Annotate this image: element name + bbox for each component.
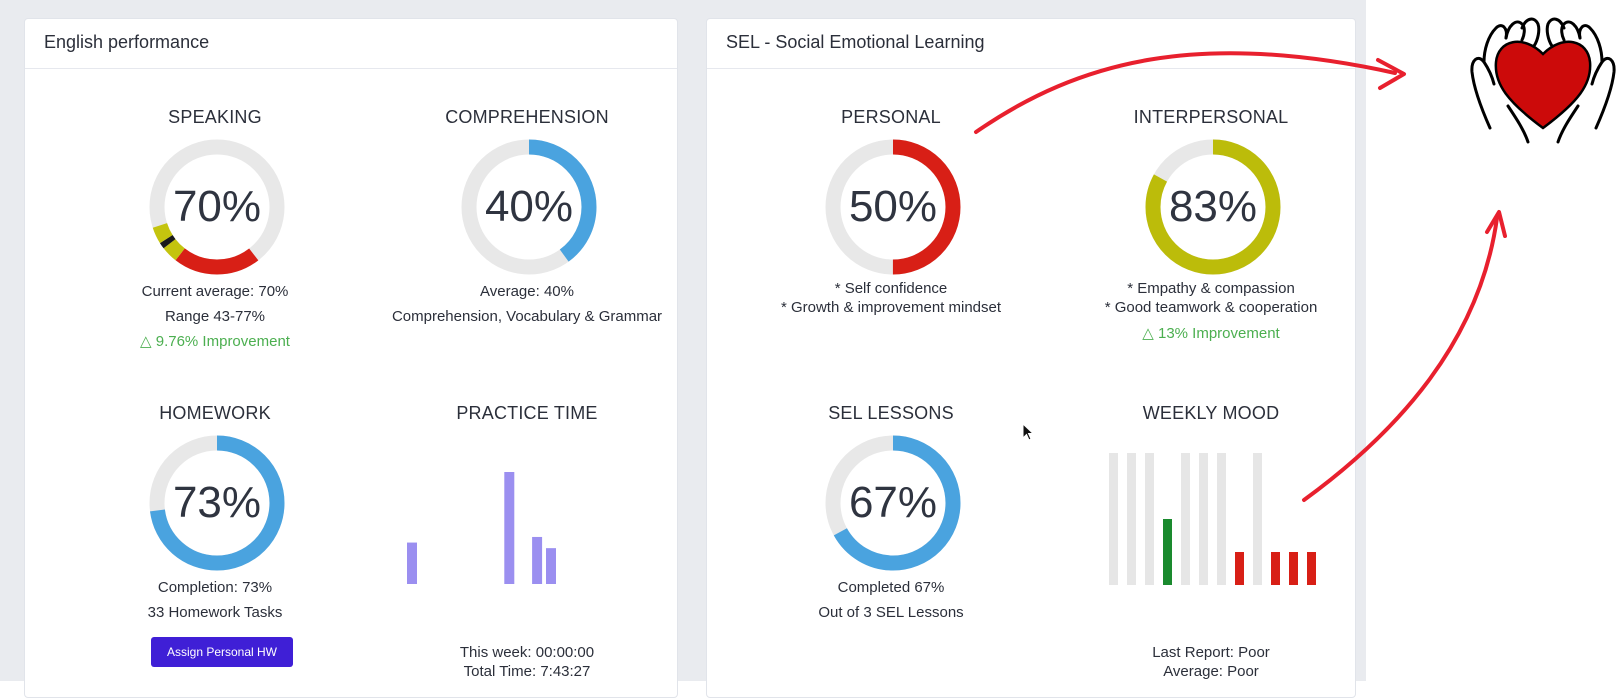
assign-personal-hw-button[interactable]: Assign Personal HW	[151, 637, 293, 667]
personal-widget: PERSONAL 50% * Self confidence * Growth …	[731, 107, 1051, 357]
practice-bar	[504, 472, 515, 584]
speaking-title: SPEAKING	[168, 107, 262, 127]
practice-bar	[532, 536, 543, 584]
mood-bar	[1289, 552, 1298, 585]
english-performance-panel: English performance SPEAKING 70% Current…	[24, 18, 678, 698]
homework-percent: 73%	[172, 478, 262, 527]
mood-last-report: Last Report: Poor	[1152, 644, 1270, 661]
weekly-mood-widget: WEEKLY MOOD Last Report: Poor Average: P…	[1051, 403, 1371, 693]
personal-trait-1: * Self confidence	[834, 280, 948, 297]
homework-title: HOMEWORK	[159, 403, 271, 423]
comprehension-title: COMPREHENSION	[445, 107, 609, 127]
interpersonal-title: INTERPERSONAL	[1133, 107, 1289, 127]
speaking-range: Range 43-77%	[164, 308, 266, 325]
homework-task-count: 33 Homework Tasks	[147, 604, 283, 621]
personal-trait-2: * Growth & improvement mindset	[780, 299, 1002, 316]
practice-bar	[407, 542, 417, 584]
interpersonal-trait-2: * Good teamwork & cooperation	[1104, 299, 1318, 316]
mood-bar	[1235, 552, 1244, 585]
personal-percent: 50%	[848, 182, 938, 231]
comprehension-average: Average: 40%	[480, 283, 574, 300]
mood-bar-empty	[1253, 453, 1262, 585]
mood-bar	[1271, 552, 1280, 585]
speaking-widget: SPEAKING 70% Current average: 70% Range …	[55, 107, 375, 357]
practice-this-week: This week: 00:00:00	[459, 644, 595, 661]
practice-bar	[546, 548, 556, 584]
homework-widget: HOMEWORK 73% Completion: 73% 33 Homework…	[55, 403, 375, 673]
sel-lessons-count: Out of 3 SEL Lessons	[818, 604, 964, 621]
sel-lessons-completed: Completed 67%	[837, 579, 945, 596]
mood-average: Average: Poor	[1163, 663, 1259, 680]
mood-bar	[1163, 519, 1172, 585]
mood-bar	[1307, 552, 1316, 585]
mood-bar-empty	[1217, 453, 1226, 585]
speaking-improvement: △ 9.76% Improvement	[140, 333, 290, 350]
mood-bar-empty	[1199, 453, 1208, 585]
interpersonal-percent: 83%	[1168, 182, 1258, 231]
interpersonal-improvement: △ 13% Improvement	[1142, 325, 1280, 342]
mood-bar-empty	[1127, 453, 1136, 585]
heart-in-hands-icon	[1470, 17, 1616, 144]
practice-time-widget: PRACTICE TIME This week: 00:00:00 Total …	[367, 403, 687, 693]
personal-title: PERSONAL	[841, 107, 941, 127]
speaking-current-average: Current average: 70%	[141, 283, 289, 300]
weekly-mood-title: WEEKLY MOOD	[1142, 403, 1280, 423]
mood-bar-empty	[1181, 453, 1190, 585]
sel-lessons-title: SEL LESSONS	[828, 403, 954, 423]
english-panel-title: English performance	[25, 19, 677, 69]
comprehension-widget: COMPREHENSION 40% Average: 40% Comprehen…	[367, 107, 687, 357]
sel-panel-title: SEL - Social Emotional Learning	[707, 19, 1355, 69]
sel-lessons-percent: 67%	[848, 478, 938, 527]
sel-panel: SEL - Social Emotional Learning PERSONAL…	[706, 18, 1356, 698]
comprehension-percent: 40%	[484, 182, 574, 231]
interpersonal-widget: INTERPERSONAL 83% * Empathy & compassion…	[1051, 107, 1371, 357]
weekly-mood-bar-chart	[1109, 453, 1316, 585]
sel-lessons-widget: SEL LESSONS 67% Completed 67% Out of 3 S…	[731, 403, 1051, 653]
comprehension-subjects: Comprehension, Vocabulary & Grammar	[391, 308, 663, 325]
practice-total-time: Total Time: 7:43:27	[463, 663, 591, 680]
mood-bar-empty	[1145, 453, 1154, 585]
interpersonal-trait-1: * Empathy & compassion	[1127, 280, 1295, 297]
mouse-pointer-icon	[1022, 423, 1035, 441]
mood-bar-empty	[1109, 453, 1118, 585]
homework-completion: Completion: 73%	[157, 579, 273, 596]
speaking-percent: 70%	[172, 182, 262, 231]
practice-time-bar-chart	[407, 472, 556, 584]
practice-time-title: PRACTICE TIME	[456, 403, 598, 423]
